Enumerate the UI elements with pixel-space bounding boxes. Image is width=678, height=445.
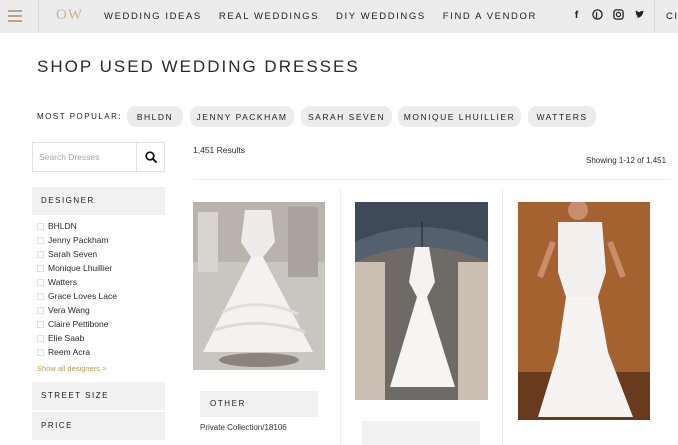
search-box	[32, 142, 165, 172]
hamburger-menu-icon[interactable]	[8, 10, 22, 22]
main-nav: WEDDING IDEAS REAL WEDDINGS DIY WEDDINGS…	[104, 11, 554, 22]
nav-find-a-vendor[interactable]: FIND A VENDOR	[443, 11, 537, 22]
search-button[interactable]	[136, 143, 164, 171]
divider	[193, 179, 671, 180]
nav-diy-weddings[interactable]: DIY WEDDINGS	[336, 11, 426, 22]
popular-chip-watters[interactable]: WATTERS	[528, 106, 596, 127]
pinterest-icon[interactable]	[592, 9, 603, 21]
product-image[interactable]	[193, 202, 325, 370]
designer-option[interactable]: Claire Pettibone	[37, 317, 117, 331]
designer-filter-header[interactable]: DESIGNER	[32, 187, 165, 215]
top-navigation-bar: OW WEDDING IDEAS REAL WEDDINGS DIY WEDDI…	[0, 0, 678, 33]
card-tag	[362, 421, 480, 445]
designer-option[interactable]: Grace Loves Lace	[37, 289, 117, 303]
popular-chip-monique-lhuillier[interactable]: MONIQUE LHUILLIER	[398, 106, 521, 127]
page-title: SHOP USED WEDDING DRESSES	[37, 57, 360, 76]
product-image[interactable]	[355, 202, 488, 400]
checkbox[interactable]	[37, 348, 44, 356]
instagram-icon[interactable]	[613, 9, 624, 21]
twitter-icon[interactable]	[634, 9, 645, 21]
designer-option[interactable]: Reem Acra	[37, 345, 117, 359]
column-divider	[340, 190, 341, 445]
designer-option[interactable]: Watters	[37, 275, 117, 289]
column-divider	[502, 190, 503, 445]
show-all-designers-link[interactable]: Show all designers >	[37, 364, 106, 373]
checkbox[interactable]	[37, 236, 44, 244]
checkbox[interactable]	[37, 250, 44, 258]
checkbox[interactable]	[37, 278, 44, 286]
showing-range: Showing 1-12 of 1,451	[586, 156, 667, 165]
site-logo[interactable]: OW	[56, 7, 83, 24]
checkbox[interactable]	[37, 320, 44, 328]
price-filter-header[interactable]: PRICE	[32, 412, 165, 440]
card-name[interactable]: Private Collection/18106	[200, 423, 287, 432]
designer-option[interactable]: Monique Lhuillier	[37, 261, 117, 275]
product-image[interactable]	[518, 202, 650, 420]
nav-real-weddings[interactable]: REAL WEDDINGS	[219, 11, 319, 22]
card-tag: OTHER	[200, 391, 318, 417]
checkbox[interactable]	[37, 334, 44, 342]
checkbox[interactable]	[37, 264, 44, 272]
checkbox[interactable]	[37, 292, 44, 300]
designer-list: BHLDN Jenny Packham Sarah Seven Monique …	[37, 219, 117, 359]
designer-option[interactable]: Sarah Seven	[37, 247, 117, 261]
designer-option[interactable]: Jenny Packham	[37, 233, 117, 247]
nav-cut-off-item[interactable]: CI	[666, 11, 678, 22]
divider	[38, 0, 39, 33]
popular-chip-sarah-seven[interactable]: SARAH SEVEN	[301, 106, 392, 127]
street-size-filter-header[interactable]: STREET SIZE	[32, 382, 165, 410]
popular-chip-jenny-packham[interactable]: JENNY PACKHAM	[190, 106, 294, 127]
designer-option[interactable]: BHLDN	[37, 219, 117, 233]
checkbox[interactable]	[37, 306, 44, 314]
results-count: 1,451 Results	[193, 145, 245, 155]
most-popular-label: MOST POPULAR:	[37, 112, 123, 121]
search-input[interactable]	[33, 143, 137, 171]
designer-option[interactable]: Elie Saab	[37, 331, 117, 345]
social-links: f	[571, 9, 645, 21]
divider	[654, 0, 655, 33]
designer-option[interactable]: Vera Wang	[37, 303, 117, 317]
checkbox[interactable]	[37, 222, 44, 230]
nav-wedding-ideas[interactable]: WEDDING IDEAS	[104, 11, 202, 22]
popular-chip-bhldn[interactable]: BHLDN	[127, 106, 183, 127]
facebook-icon[interactable]: f	[571, 9, 582, 21]
search-icon	[144, 151, 157, 163]
